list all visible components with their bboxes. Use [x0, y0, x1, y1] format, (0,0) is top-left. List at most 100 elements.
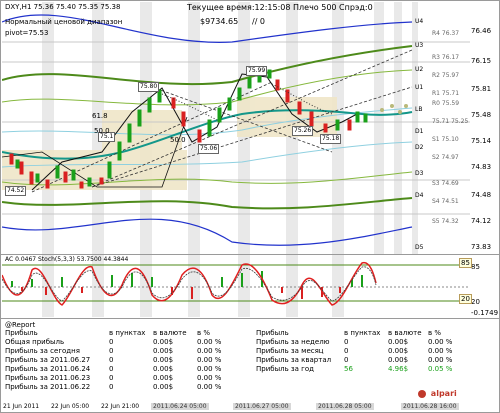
fib-500b: 50.0: [170, 136, 186, 144]
report-left-row: Общая прибыль 0 0.00$ 0.00 %: [5, 338, 237, 347]
level-u3: U3: [415, 42, 424, 49]
row-percent: 0.00 %: [197, 374, 222, 382]
price-tag-7526: 75.26: [292, 126, 314, 136]
row-label: Прибыль за год: [256, 365, 314, 373]
row-label: Общая прибыль: [5, 338, 65, 346]
terminal-window: DXY,H1 75.36 75.40 75.35 75.38 Текущее в…: [0, 0, 500, 413]
row-points: 0: [344, 356, 349, 364]
row-money: 0.00$: [153, 383, 174, 391]
symbol-header: DXY,H1 75.36 75.40 75.35 75.38: [5, 3, 121, 11]
row-money: 0.00$: [153, 338, 174, 346]
row-points: 56: [344, 365, 353, 373]
level-u2: U2: [415, 66, 424, 73]
row-percent: 0.00 %: [197, 383, 222, 391]
price-chart[interactable]: DXY,H1 75.36 75.40 75.35 75.38 Текущее в…: [1, 2, 470, 254]
report-left-header: Прибыль в пунктах в валюте в %: [5, 329, 237, 338]
report-left-row: Прибыль за 2011.06.24 0 0.00$ 0.00 %: [5, 365, 237, 374]
report-right-row: Прибыль за месяц 0 0.00$ 0.00 %: [256, 347, 464, 356]
alpari-logo-text: alpari: [430, 389, 457, 398]
level-lb: LB: [415, 106, 423, 113]
level-d2: D2: [415, 144, 424, 151]
row-percent: 0.00 %: [428, 347, 453, 355]
level-d3: D3: [415, 170, 424, 177]
row-percent: 0.00 %: [197, 338, 222, 346]
grid-label-s3: S3 74.69: [432, 180, 459, 187]
row-money: 0.00$: [388, 338, 409, 346]
row-percent: 0.00 %: [428, 356, 453, 364]
fib-500: 50.0: [94, 127, 110, 135]
row-money: 0.00$: [153, 356, 174, 364]
indicator-axis-85: 85: [471, 263, 480, 271]
report-pane: @Report Прибыль в пунктах в валюте в % О…: [2, 319, 470, 401]
report-right-col-points: в пунктах: [344, 329, 381, 337]
row-points: 0: [109, 374, 114, 382]
indicator-canvas: [1, 255, 470, 317]
balance-value: $9734.65: [200, 17, 239, 26]
grid-label-r0: R0 75.59: [432, 100, 460, 107]
fib-618: 61.8: [92, 112, 108, 120]
price-tag-7599: 75.99: [246, 66, 268, 76]
row-points: 0: [109, 347, 114, 355]
price-tag-7506: 75.06: [198, 144, 220, 154]
level-u1: U1: [415, 84, 424, 91]
grid-label-r1: R1 75.71: [432, 90, 460, 97]
level-d4: D4: [415, 192, 424, 199]
report-left-row: Прибыль за 2011.06.22 0 0.00$ 0.00 %: [5, 383, 237, 392]
grid-label-mid: 75.71 75.25: [432, 118, 469, 125]
report-left-col-percent: в %: [197, 329, 211, 337]
row-label: Прибыль за месяц: [256, 347, 324, 355]
report-right-row: Прибыль за год 56 4.96$ 0.05 %: [256, 365, 464, 374]
row-points: 0: [109, 338, 114, 346]
row-label: Прибыль за 2011.06.27: [5, 356, 91, 364]
grid-label-s2: S2 74.97: [432, 154, 459, 161]
report-left-col-label: Прибыль: [5, 329, 38, 337]
price-axis-2: 75.81: [471, 85, 492, 93]
report-left-row: Прибыль за 2011.06.23 0 0.00$ 0.00 %: [5, 374, 237, 383]
time-axis-0: 21 Jun 2011: [3, 403, 40, 410]
report-right-row: Прибыль за квартал 0 0.00$ 0.00 %: [256, 356, 464, 365]
grid-label-s5: S5 74.32: [432, 218, 459, 225]
row-label: Прибыль за сегодня: [5, 347, 80, 355]
report-right-row: Прибыль за неделю 0 0.00$ 0.00 %: [256, 338, 464, 347]
time-axis-5: 2011.06.28 05:00: [316, 403, 374, 410]
price-axis-7: 74.12: [471, 217, 492, 225]
report-right-col-percent: в %: [428, 329, 442, 337]
level-badge-20: 20: [459, 294, 472, 304]
level-badge-85: 85: [459, 258, 472, 268]
time-axis-2: 22 Jun 21:00: [101, 403, 140, 410]
row-money: 0.00$: [153, 365, 174, 373]
level-u4: U4: [415, 18, 424, 25]
row-label: Прибыль за квартал: [256, 356, 332, 364]
row-percent: 0.00 %: [197, 365, 222, 373]
grid-label-s4: S4 74.51: [432, 198, 459, 205]
row-points: 0: [109, 383, 114, 391]
time-axis-6: 2011.06.28 16:00: [401, 403, 459, 410]
price-axis-3: 75.48: [471, 111, 492, 119]
report-left-col-money: в валюте: [153, 329, 187, 337]
row-money: 0.00$: [153, 374, 174, 382]
alpari-logo: alpari: [418, 389, 457, 398]
time-axis-3: 2011.06.24 05:00: [151, 403, 209, 410]
price-axis-4: 75.14: [471, 137, 492, 145]
report-left-row: Прибыль за 2011.06.27 0 0.00$ 0.00 %: [5, 356, 237, 365]
row-points: 0: [109, 356, 114, 364]
indicator-header: AC 0.0467 Stoch(5,3,3) 53.7500 44.3844: [5, 256, 129, 263]
row-percent: 0.05 %: [428, 365, 453, 373]
report-left-row: Прибыль за сегодня 0 0.00$ 0.00 %: [5, 347, 237, 356]
indicator-pane[interactable]: AC 0.0467 Stoch(5,3,3) 53.7500 44.3844: [1, 255, 470, 317]
report-left-table: Прибыль в пунктах в валюте в % Общая при…: [5, 329, 237, 392]
range-label: Нормальный ценовой диапазон: [5, 18, 123, 26]
row-label: Прибыль за 2011.06.22: [5, 383, 91, 391]
level-d1: D1: [415, 128, 424, 135]
row-money: 0.00$: [153, 347, 174, 355]
report-left-col-points: в пунктах: [109, 329, 146, 337]
level-d5: D5: [415, 244, 424, 251]
indicator-axis-20: 20: [471, 298, 480, 306]
price-tag-7580: 75.80: [138, 82, 160, 92]
row-label: Прибыль за 2011.06.23: [5, 374, 91, 382]
price-axis-6: 74.48: [471, 191, 492, 199]
row-percent: 0.00 %: [197, 347, 222, 355]
report-right-col-label: Прибыль: [256, 329, 289, 337]
price-tag-7452: 74.52: [5, 186, 27, 196]
report-title: @Report: [5, 321, 36, 329]
